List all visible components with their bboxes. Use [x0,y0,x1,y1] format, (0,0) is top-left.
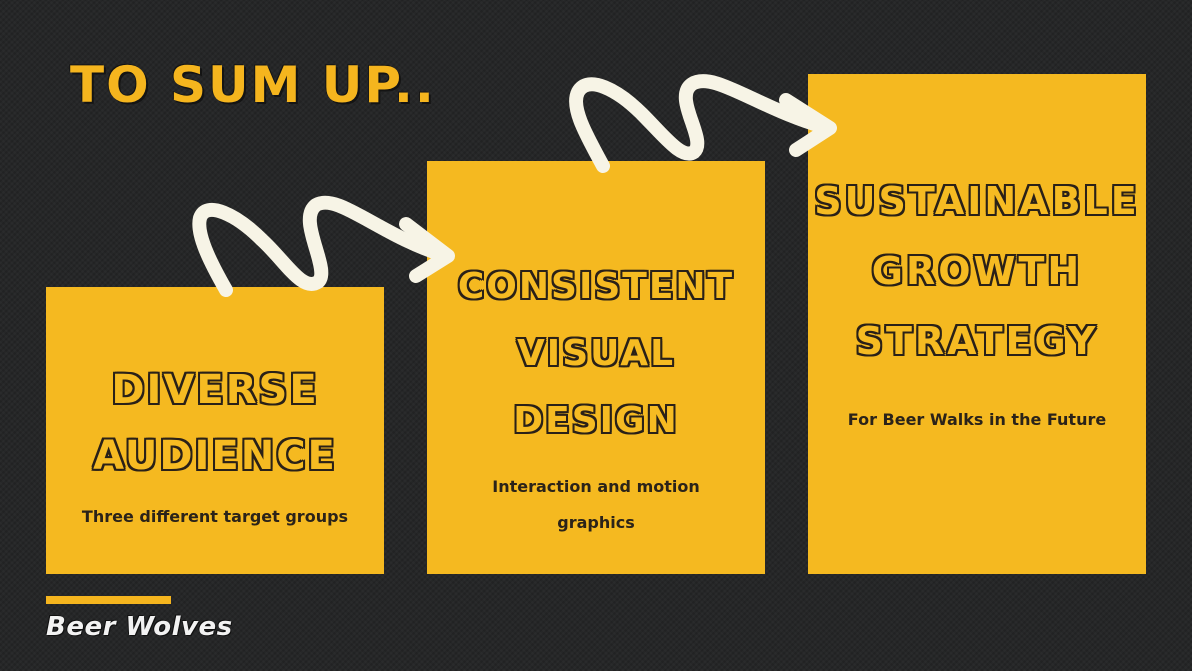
brand-name: Beer Wolves [46,612,233,642]
squiggle-arrow-icon [192,195,453,297]
squiggle-arrow-icon [192,74,837,297]
brand-accent-bar [46,596,171,604]
